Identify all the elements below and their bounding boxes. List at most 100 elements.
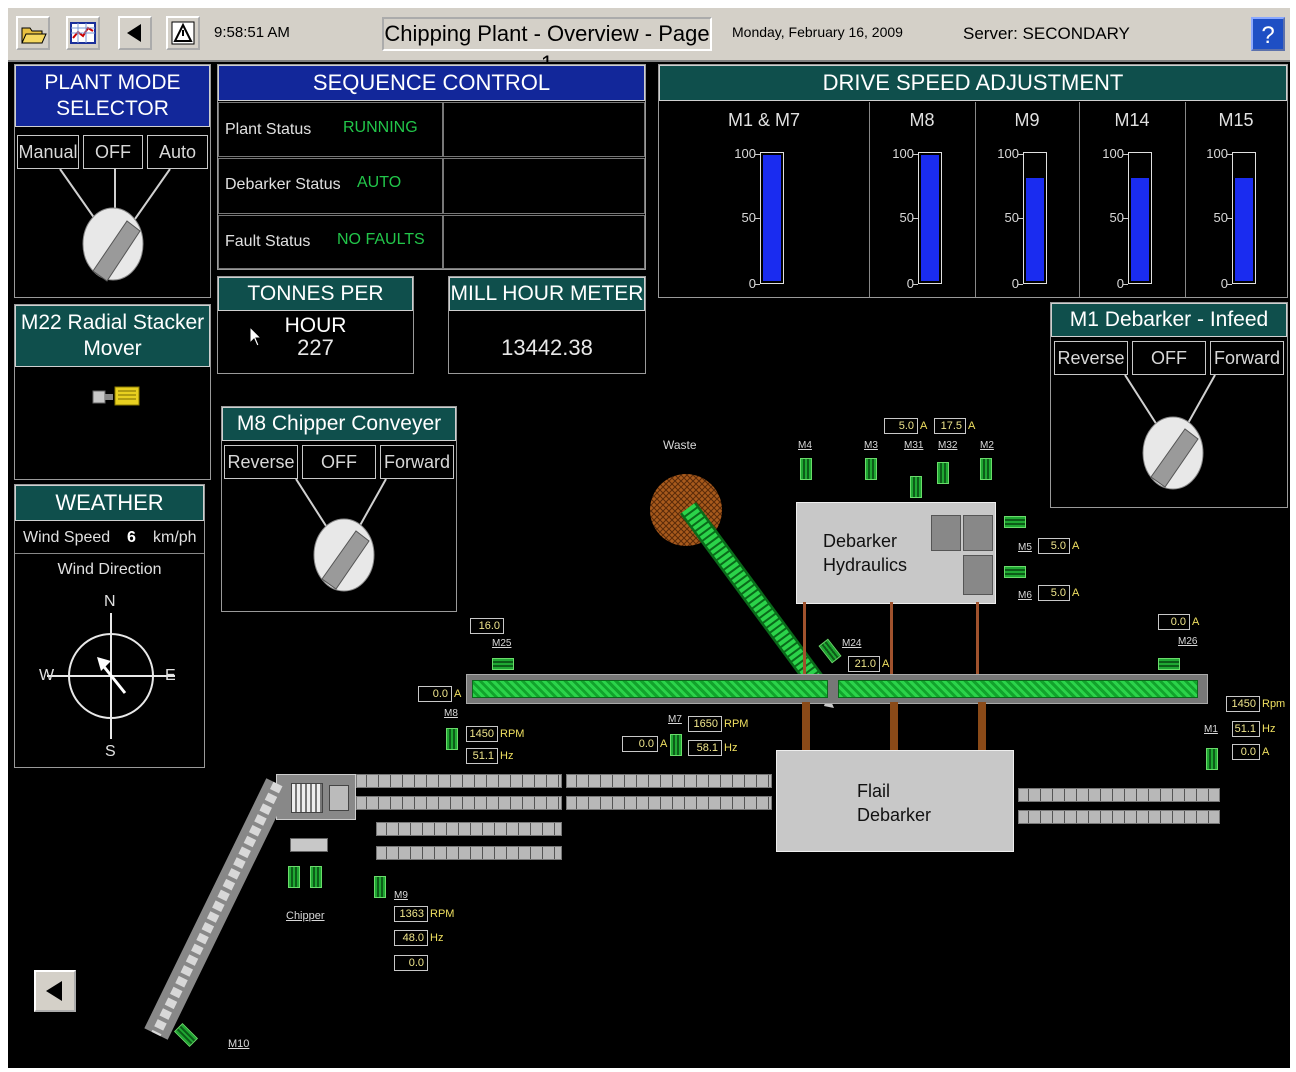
back-arrow-icon (127, 24, 141, 42)
debarker-status-value: AUTO (357, 174, 402, 191)
m1-amps: 0.0 (1232, 744, 1260, 760)
drive-tick-mark (1123, 154, 1128, 155)
m26-amps: 0.0 (1158, 614, 1190, 630)
m5-motor[interactable] (1004, 516, 1026, 528)
drive-tick-label: 50 (1004, 210, 1019, 225)
m1-rpm-unit: Rpm (1262, 698, 1286, 710)
m10-outfeed-conveyor (144, 778, 290, 1040)
m3-motor[interactable] (865, 458, 877, 480)
page-title: Chipping Plant - Overview - Page 1 (382, 17, 712, 76)
chipper-hood (329, 785, 349, 811)
plant-mode-manual-button[interactable]: Manual (17, 135, 79, 169)
m25-motor[interactable] (492, 658, 514, 670)
m3-label: M3 (864, 440, 878, 451)
drive-tick-mark (1227, 284, 1232, 285)
hmi-screen: 9:58:51 AM Chipping Plant - Overview - P… (8, 8, 1290, 1068)
drive-tick-label: 100 (1102, 146, 1124, 161)
m1-selector-knob[interactable] (1095, 375, 1245, 499)
m24-motor[interactable] (818, 638, 842, 664)
m8-reverse-button[interactable]: Reverse (224, 445, 298, 479)
roller-2a (566, 774, 772, 788)
drive-tick-label: 0 (906, 276, 914, 291)
chipper-unit[interactable] (276, 774, 356, 820)
main-conveyor-frame (466, 674, 1208, 704)
alarm-button[interactable] (166, 16, 200, 50)
drive-tick-mark (913, 154, 918, 155)
debarker-hydraulics-unit[interactable]: Debarker Hydraulics (796, 502, 996, 604)
tph-value: 227 (297, 335, 334, 360)
debarker-status-spare (443, 158, 645, 214)
chipper-motor-2[interactable] (310, 866, 322, 888)
m1-rpm: 1450 (1226, 696, 1260, 712)
plant-mode-selector-knob[interactable] (45, 169, 185, 289)
m1-off-button[interactable]: OFF (1132, 341, 1206, 375)
drive-speed-slider[interactable] (760, 152, 784, 284)
m9-rpm-unit: RPM (430, 908, 455, 920)
support-3 (976, 602, 979, 674)
m8-hz: 51.1 (466, 748, 498, 764)
m24-label: M24 (842, 638, 862, 649)
drive-tick-label: 100 (1206, 146, 1228, 161)
flail-debarker-unit[interactable]: Flail Debarker (776, 750, 1014, 852)
m2-motor[interactable] (980, 458, 992, 480)
chipper-label: Chipper (286, 910, 325, 922)
sequence-control-title: SEQUENCE CONTROL (218, 65, 645, 101)
alarm-bell-icon (171, 21, 195, 45)
chipper-motor-1[interactable] (288, 866, 300, 888)
plant-status-value: RUNNING (343, 119, 418, 136)
m8-selector-knob[interactable] (266, 479, 416, 599)
plant-mode-auto-button[interactable]: Auto (147, 135, 208, 169)
open-folder-icon (21, 27, 47, 44)
m4-motor[interactable] (800, 458, 812, 480)
m32-motor[interactable] (937, 462, 949, 484)
chipper-drive (290, 838, 328, 852)
m8-off-button[interactable]: OFF (302, 445, 376, 479)
m26-motor[interactable] (1158, 658, 1180, 670)
trend-chart-button[interactable] (66, 16, 100, 50)
back-button[interactable] (118, 16, 152, 50)
help-button[interactable]: ? (1251, 17, 1285, 51)
m7-label: M7 (668, 714, 682, 725)
drive-tick-label: 50 (899, 210, 914, 225)
m2-label: M2 (980, 440, 994, 451)
radial-stacker-title: M22 Radial Stacker Mover (15, 305, 210, 367)
debarker-status-label: Debarker Status (225, 176, 341, 193)
m5-amps-unit: A (1072, 540, 1080, 552)
drive-tick-mark (1018, 284, 1023, 285)
m7-amps: 0.0 (622, 736, 658, 752)
server-display: Server: SECONDARY (963, 24, 1130, 43)
drive-speed-slider[interactable] (1023, 152, 1047, 284)
m31-motor[interactable] (910, 476, 922, 498)
m8-forward-button[interactable]: Forward (380, 445, 454, 479)
stacker-motor-icon[interactable] (91, 385, 147, 407)
drive-speed-slider[interactable] (918, 152, 942, 284)
wind-speed-unit: km/ph (153, 529, 197, 546)
m1-forward-button[interactable]: Forward (1210, 341, 1284, 375)
m1-reverse-button[interactable]: Reverse (1054, 341, 1128, 375)
drive-speed-slider[interactable] (1232, 152, 1256, 284)
m4-label: M4 (798, 440, 812, 451)
drive-tick-label: 0 (1011, 276, 1019, 291)
main-conveyor-left (472, 680, 828, 698)
m9-motor[interactable] (374, 876, 386, 898)
m1-motor[interactable] (1206, 748, 1218, 770)
roller-4a (1018, 788, 1220, 802)
m6-amps: 5.0 (1038, 585, 1070, 601)
m6-motor[interactable] (1004, 566, 1026, 578)
drive-tick-mark (1227, 218, 1232, 219)
m8-motor[interactable] (446, 728, 458, 750)
drive-speed-slider[interactable] (1128, 152, 1152, 284)
fault-status-label: Fault Status (225, 233, 311, 250)
chipper-drum (291, 783, 323, 813)
open-folder-button[interactable] (16, 16, 50, 50)
m8-label: M8 (444, 708, 458, 719)
compass-s: S (105, 743, 116, 760)
wind-speed-label: Wind Speed (23, 529, 111, 546)
page-back-button[interactable] (34, 970, 76, 1012)
m10-motor[interactable] (173, 1022, 199, 1048)
m7-rpm: 1650 (688, 716, 722, 732)
m7-motor[interactable] (670, 734, 682, 756)
drive-tick-mark (1018, 154, 1023, 155)
drive-name: M8 (909, 110, 935, 130)
plant-mode-off-button[interactable]: OFF (83, 135, 143, 169)
